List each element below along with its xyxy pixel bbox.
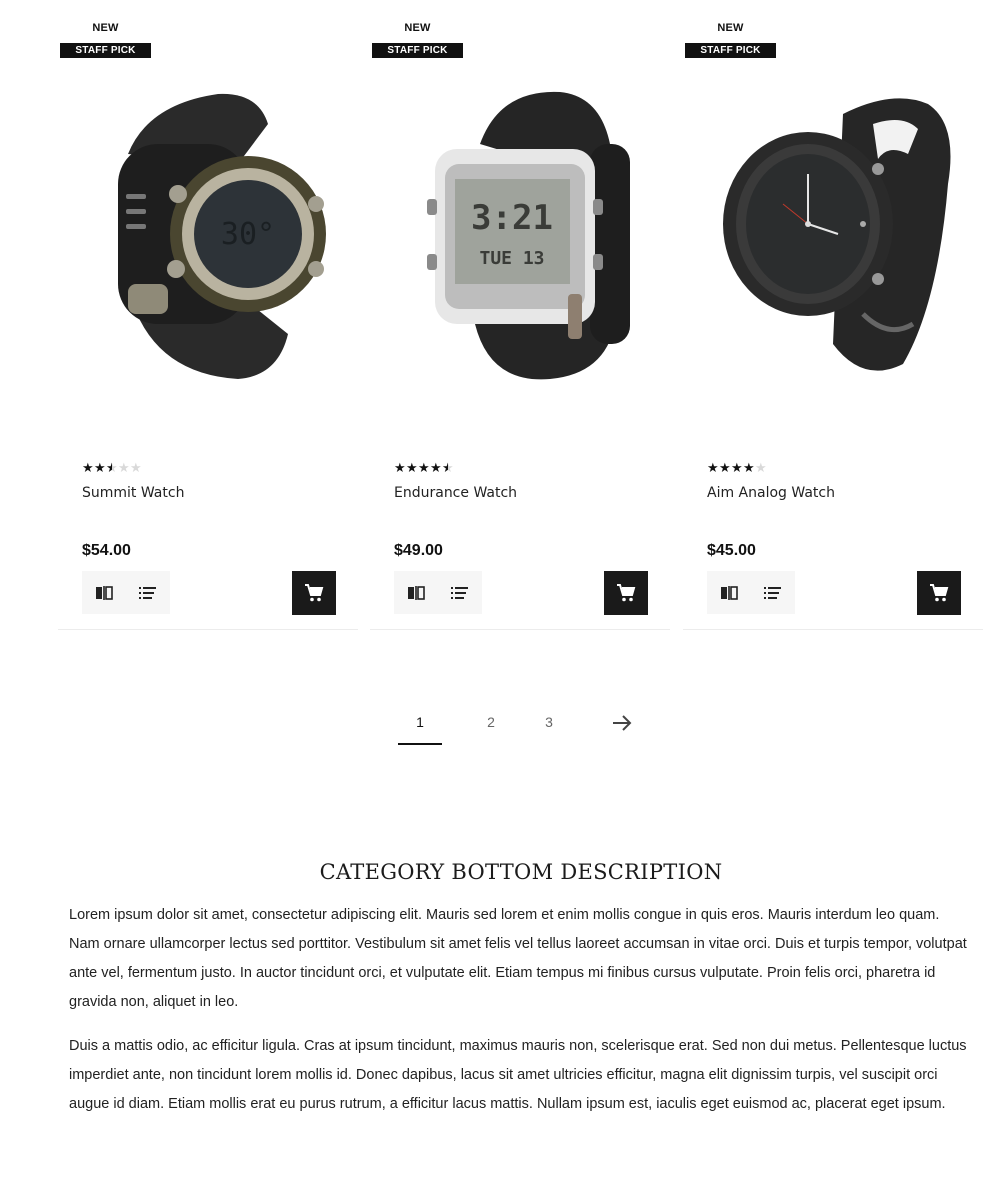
product-card: NEW STAFF PICK 3:21 TUE 13 ★★★★★ Enduran… [370, 0, 670, 630]
current-page-indicator [398, 743, 442, 745]
product-image[interactable] [713, 84, 963, 384]
list-button[interactable] [751, 571, 795, 614]
compare-button[interactable] [707, 571, 751, 614]
svg-text:30°: 30° [221, 217, 275, 252]
product-actions [394, 571, 482, 614]
product-actions [82, 571, 170, 614]
product-card: NEW STAFF PICK 30° ★★★★★ Summit Watch $5… [58, 0, 358, 630]
star-icon: ★ [394, 460, 407, 475]
svg-text:3:21: 3:21 [471, 198, 553, 238]
add-to-cart-button[interactable] [292, 571, 336, 615]
product-name[interactable]: Endurance Watch [394, 485, 517, 501]
svg-text:TUE 13: TUE 13 [479, 248, 544, 269]
star-icon: ★ [430, 460, 443, 475]
staff-pick-badge: STAFF PICK [372, 43, 463, 58]
compare-icon [408, 585, 425, 600]
star-icon: ★ [418, 460, 431, 475]
list-icon [139, 586, 156, 599]
page-link-1[interactable]: 1 [398, 714, 442, 730]
star-icon: ★ [82, 460, 95, 475]
star-icon: ★ [755, 460, 768, 475]
cart-icon [305, 584, 324, 602]
cart-icon [930, 584, 949, 602]
add-to-cart-button[interactable] [917, 571, 961, 615]
product-price: $49.00 [394, 542, 443, 559]
new-badge: NEW [92, 22, 119, 34]
add-to-cart-button[interactable] [604, 571, 648, 615]
product-grid: NEW STAFF PICK 30° ★★★★★ Summit Watch $5… [58, 0, 983, 630]
list-icon [764, 586, 781, 599]
product-price: $54.00 [82, 542, 131, 559]
product-image[interactable]: 30° [88, 84, 338, 384]
page-link-3[interactable]: 3 [527, 714, 571, 730]
product-price: $45.00 [707, 542, 756, 559]
star-half-icon: ★ [442, 460, 455, 475]
compare-icon [721, 585, 738, 600]
rating-stars: ★★★★★ [394, 460, 454, 476]
star-icon: ★ [130, 460, 143, 475]
star-half-icon: ★ [106, 460, 119, 475]
star-icon: ★ [406, 460, 419, 475]
staff-pick-badge: STAFF PICK [60, 43, 151, 58]
product-actions [707, 571, 795, 614]
page-link-2[interactable]: 2 [469, 714, 513, 730]
list-icon [451, 586, 468, 599]
new-badge: NEW [404, 22, 431, 34]
list-button[interactable] [438, 571, 482, 614]
description-paragraph: Lorem ipsum dolor sit amet, consectetur … [69, 907, 967, 1010]
arrow-right-icon[interactable] [610, 713, 634, 733]
new-badge: NEW [717, 22, 744, 34]
pagination: 1 2 3 [398, 700, 648, 748]
star-icon: ★ [743, 460, 756, 475]
compare-button[interactable] [394, 571, 438, 614]
cart-icon [617, 584, 636, 602]
category-description-title: CATEGORY BOTTOM DESCRIPTION [319, 860, 723, 884]
product-name[interactable]: Aim Analog Watch [707, 485, 835, 501]
compare-button[interactable] [82, 571, 126, 614]
star-icon: ★ [118, 460, 131, 475]
star-icon: ★ [731, 460, 744, 475]
description-paragraph: Duis a mattis odio, ac efficitur ligula.… [69, 1038, 967, 1112]
product-image[interactable]: 3:21 TUE 13 [400, 84, 650, 384]
star-icon: ★ [719, 460, 732, 475]
rating-stars: ★★★★★ [82, 460, 142, 476]
star-icon: ★ [707, 460, 720, 475]
rating-stars: ★★★★★ [707, 460, 767, 476]
star-icon: ★ [94, 460, 107, 475]
compare-icon [96, 585, 113, 600]
product-name[interactable]: Summit Watch [82, 485, 184, 501]
product-card: NEW STAFF PICK ★★★★★ Aim Analog Watch $4… [683, 0, 983, 630]
list-button[interactable] [126, 571, 170, 614]
staff-pick-badge: STAFF PICK [685, 43, 776, 58]
